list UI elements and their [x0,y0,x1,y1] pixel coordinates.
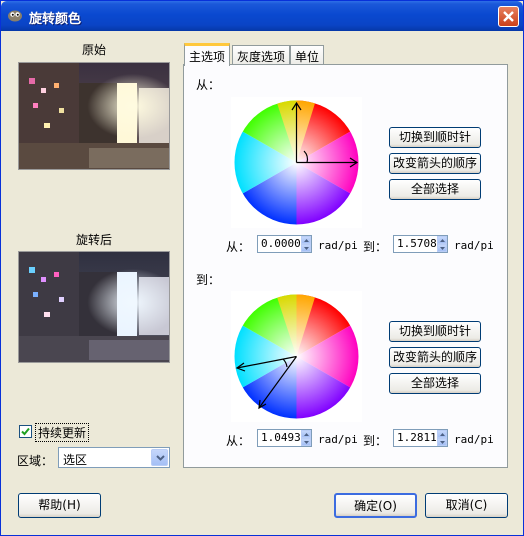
from-start-unit: rad/pi [318,239,358,252]
gimp-app-icon [7,8,23,22]
spin-up-button[interactable] [437,236,447,244]
from-end-spinner[interactable]: 1.5708 [393,235,448,253]
spin-up-button[interactable] [301,430,311,438]
to-toggle-clockwise-button[interactable]: 切换到顺时针 [389,321,481,342]
from-start-value: 0.0000 [261,237,301,250]
help-button[interactable]: 帮助(H) [18,493,101,518]
to-start-spinner[interactable]: 1.0493 [257,429,312,447]
from-color-wheel[interactable] [231,97,362,228]
to-color-wheel[interactable] [231,291,362,422]
from-toggle-clockwise-button[interactable]: 切换到顺时针 [389,127,481,148]
area-select-value: 选区 [63,453,88,467]
from-swap-arrows-button[interactable]: 改变箭头的顺序 [389,153,481,174]
to-from-label: 从： [226,434,251,448]
tab-units[interactable]: 单位 [290,45,325,65]
area-select[interactable]: 选区 [58,447,170,468]
rotated-label: 旋转后 [75,233,112,247]
original-preview-image [18,62,170,170]
original-label: 原始 [81,43,106,57]
from-select-all-button[interactable]: 全部选择 [389,179,481,200]
to-end-unit: rad/pi [454,433,494,446]
spin-down-button[interactable] [437,438,447,446]
continuous-update-label[interactable]: 持续更新 [35,423,90,442]
tab-gray-options[interactable]: 灰度选项 [232,45,291,65]
tab-main-options[interactable]: 主选项 [184,43,231,66]
to-select-all-button[interactable]: 全部选择 [389,373,481,394]
area-dropdown-button[interactable] [151,449,168,466]
to-start-unit: rad/pi [318,433,358,446]
rotate-colors-dialog: 旋转颜色 原始 旋转后 持续更新 区域： 选区 主选项 灰度选项 单位 从： 切… [0,0,524,536]
area-label: 区域： [17,454,54,468]
spin-up-button[interactable] [437,430,447,438]
spin-down-button[interactable] [301,244,311,252]
from-from-label: 从： [226,240,251,254]
to-start-value: 1.0493 [261,431,301,444]
from-end-value: 1.5708 [397,237,437,250]
rotated-preview-image [18,251,170,363]
to-end-value: 1.2811 [397,431,437,444]
to-to-label: 到： [363,434,388,448]
close-button[interactable] [498,6,519,27]
title-bar[interactable]: 旋转颜色 [1,1,523,31]
from-section-label: 从： [196,78,221,92]
window-title: 旋转颜色 [29,12,82,27]
spin-down-button[interactable] [437,244,447,252]
from-start-spinner[interactable]: 0.0000 [257,235,312,253]
continuous-update-checkbox[interactable] [19,425,32,438]
cancel-button[interactable]: 取消(C) [425,493,508,518]
to-section-label: 到： [196,273,221,287]
from-to-label: 到： [363,240,388,254]
spin-down-button[interactable] [301,438,311,446]
ok-button[interactable]: 确定(O) [334,493,417,518]
to-swap-arrows-button[interactable]: 改变箭头的顺序 [389,347,481,368]
spin-up-button[interactable] [301,236,311,244]
from-end-unit: rad/pi [454,239,494,252]
to-end-spinner[interactable]: 1.2811 [393,429,448,447]
